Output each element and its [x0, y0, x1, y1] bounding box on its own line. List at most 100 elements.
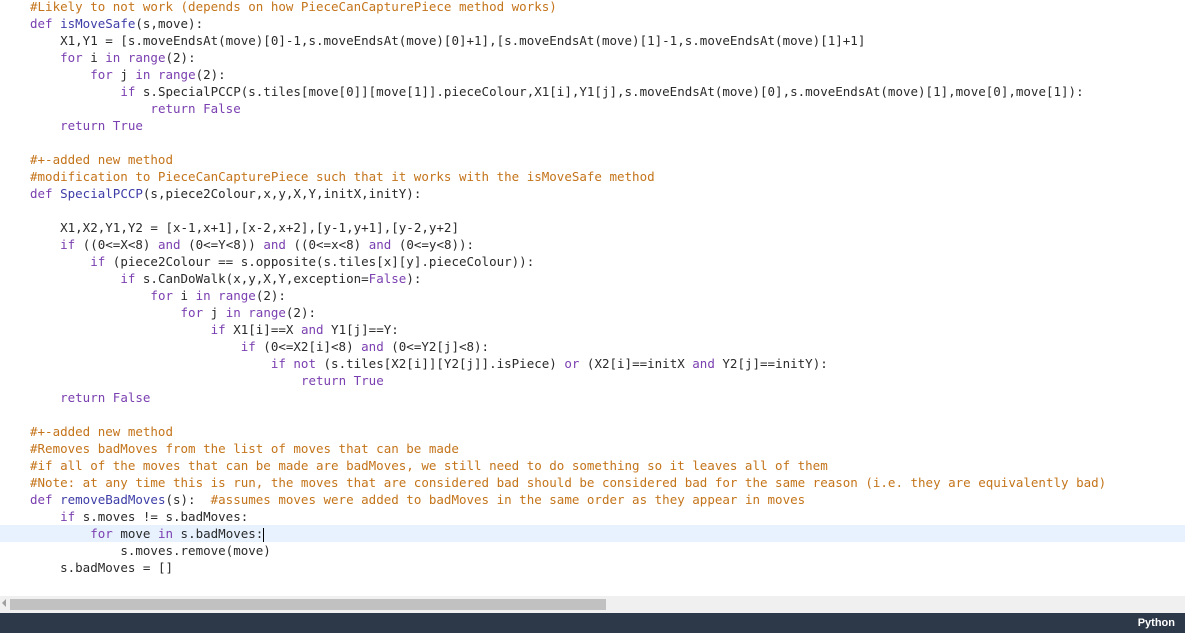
- code-line[interactable]: return True: [0, 117, 1185, 134]
- code-token-keyword: and: [263, 237, 294, 252]
- code-token-keyword: and: [692, 356, 723, 371]
- code-line[interactable]: #+-added new method: [0, 423, 1185, 440]
- code-token-comment: #assumes moves were added to badMoves in…: [210, 492, 806, 507]
- code-line[interactable]: for move in s.badMoves:: [0, 525, 1185, 542]
- code-token-keyword: if: [60, 237, 83, 252]
- code-line[interactable]: s.moves.remove(move): [0, 542, 1185, 559]
- code-token-text: (piece2Colour == s.opposite(s.tiles[x][y…: [112, 254, 535, 269]
- code-token-keyword: if: [120, 271, 143, 286]
- code-line[interactable]: [0, 406, 1185, 423]
- code-token-text: (s.tiles[X2[i]][Y2[j]].isPiece): [323, 356, 565, 371]
- code-token-text: X1,X2,Y1,Y2 = [x-1,x+1],[x-2,x+2],[y-1,y…: [60, 220, 459, 235]
- language-mode-label[interactable]: Python: [1138, 613, 1175, 633]
- code-line[interactable]: #+-added new method: [0, 151, 1185, 168]
- code-line[interactable]: if s.CanDoWalk(x,y,X,Y,exception=False):: [0, 270, 1185, 287]
- code-token-text: move: [120, 526, 158, 541]
- code-token-keyword: for: [90, 67, 121, 82]
- code-line[interactable]: for i in range(2):: [0, 287, 1185, 304]
- code-token-text: j: [120, 67, 136, 82]
- code-token-keyword: for: [150, 288, 181, 303]
- scroll-left-arrow-icon[interactable]: [2, 599, 6, 607]
- code-line[interactable]: def SpecialPCCP(s,piece2Colour,x,y,X,Y,i…: [0, 185, 1185, 202]
- code-token-keyword: range: [248, 305, 286, 320]
- code-line[interactable]: if s.SpecialPCCP(s.tiles[move[0]][move[1…: [0, 83, 1185, 100]
- code-token-text: (s,piece2Colour,x,y,X,Y,initX,initY):: [142, 186, 422, 201]
- code-token-text: (2):: [165, 50, 196, 65]
- code-token-text: s.SpecialPCCP(s.tiles[move[0]][move[1]].…: [142, 84, 1084, 99]
- code-token-text: (2):: [285, 305, 317, 320]
- code-line[interactable]: if not (s.tiles[X2[i]][Y2[j]].isPiece) o…: [0, 355, 1185, 372]
- code-line[interactable]: [0, 202, 1185, 219]
- code-token-keyword: in: [225, 305, 249, 320]
- code-line[interactable]: if (0<=X2[i]<8) and (0<=Y2[j]<8):: [0, 338, 1185, 355]
- code-token-text: ((0<=x<8): [293, 237, 369, 252]
- code-token-text: (2):: [195, 67, 226, 82]
- code-line[interactable]: if s.moves != s.badMoves:: [0, 508, 1185, 525]
- code-token-text: (2):: [255, 288, 286, 303]
- code-token-keyword: and: [368, 237, 399, 252]
- code-line[interactable]: def removeBadMoves(s): #assumes moves we…: [0, 491, 1185, 508]
- code-token-keyword: def: [30, 492, 61, 507]
- code-token-func: SpecialPCCP: [60, 186, 143, 201]
- code-token-func: isMoveSafe: [60, 16, 136, 31]
- code-line[interactable]: if ((0<=X<8) and (0<=Y<8)) and ((0<=x<8)…: [0, 236, 1185, 253]
- code-token-keyword: if: [210, 322, 234, 337]
- code-line[interactable]: return False: [0, 100, 1185, 117]
- code-token-text: s.badMoves = []: [60, 560, 173, 575]
- code-token-keyword: False: [112, 390, 151, 405]
- code-line[interactable]: for i in range(2):: [0, 49, 1185, 66]
- code-token-comment: #Note: at any time this is run, the move…: [30, 475, 1107, 490]
- code-line[interactable]: #if all of the moves that can be made ar…: [0, 457, 1185, 474]
- code-line[interactable]: for j in range(2):: [0, 304, 1185, 321]
- code-token-comment: #modification to PieceCanCapturePiece su…: [30, 169, 655, 184]
- code-token-comment: #+-added new method: [30, 424, 173, 439]
- code-token-keyword: and: [361, 339, 392, 354]
- code-token-keyword: True: [112, 118, 143, 133]
- code-token-keyword: in: [195, 288, 219, 303]
- code-line[interactable]: return False: [0, 389, 1185, 406]
- code-token-text: j: [210, 305, 226, 320]
- code-token-func: removeBadMoves: [60, 492, 166, 507]
- code-token-keyword: range: [157, 67, 196, 82]
- code-line[interactable]: #modification to PieceCanCapturePiece su…: [0, 168, 1185, 185]
- code-line[interactable]: X1,Y1 = [s.moveEndsAt(move)[0]-1,s.moveE…: [0, 32, 1185, 49]
- code-line[interactable]: def isMoveSafe(s,move):: [0, 15, 1185, 32]
- code-area[interactable]: #Likely to not work (depends on how Piec…: [0, 0, 1185, 576]
- code-token-keyword: for: [180, 305, 211, 320]
- code-line[interactable]: #Likely to not work (depends on how Piec…: [0, 0, 1185, 15]
- code-line[interactable]: if (piece2Colour == s.opposite(s.tiles[x…: [0, 253, 1185, 270]
- code-token-text: (0<=Y2[j]<8):: [391, 339, 490, 354]
- code-token-text: i: [180, 288, 196, 303]
- code-token-keyword: if: [90, 254, 113, 269]
- status-bar: Python: [0, 613, 1185, 633]
- code-token-keyword: in: [157, 526, 181, 541]
- code-editor[interactable]: #Likely to not work (depends on how Piec…: [0, 0, 1185, 596]
- code-line[interactable]: for j in range(2):: [0, 66, 1185, 83]
- code-token-text: Y2[j]==initY):: [722, 356, 828, 371]
- code-line[interactable]: s.badMoves = []: [0, 559, 1185, 576]
- code-line[interactable]: if X1[i]==X and Y1[j]==Y:: [0, 321, 1185, 338]
- code-line[interactable]: X1,X2,Y1,Y2 = [x-1,x+1],[x-2,x+2],[y-1,y…: [0, 219, 1185, 236]
- code-line[interactable]: #Removes badMoves from the list of moves…: [0, 440, 1185, 457]
- code-line[interactable]: [0, 134, 1185, 151]
- horizontal-scrollbar[interactable]: [0, 596, 1185, 613]
- code-line[interactable]: return True: [0, 372, 1185, 389]
- code-token-text: ((0<=X<8): [82, 237, 158, 252]
- code-token-keyword: return: [300, 373, 354, 388]
- horizontal-scrollbar-thumb[interactable]: [10, 599, 606, 610]
- code-token-keyword: False: [368, 271, 407, 286]
- code-line[interactable]: #Note: at any time this is run, the move…: [0, 474, 1185, 491]
